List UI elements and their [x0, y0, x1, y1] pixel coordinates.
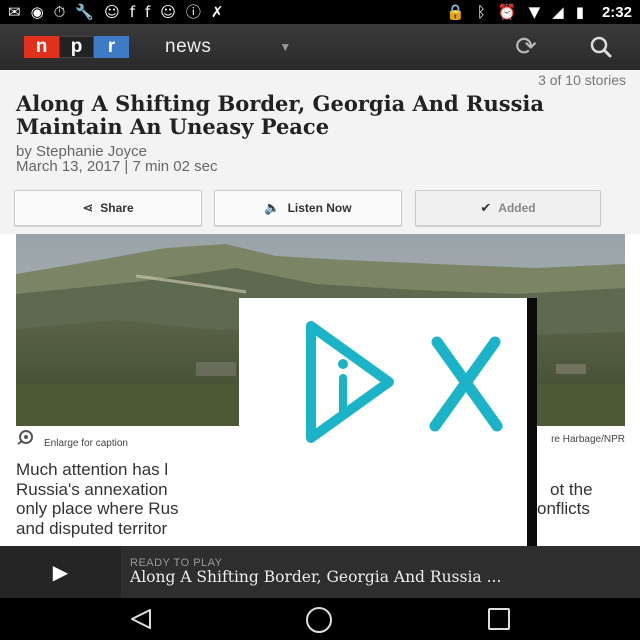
smiley-icon: ☺ [104, 2, 120, 21]
recent-apps-icon[interactable] [488, 608, 510, 630]
system-nav-bar [0, 598, 640, 640]
checkmark-icon: ✔ [480, 200, 492, 216]
section-selector[interactable]: news [165, 36, 211, 58]
share-button[interactable]: ⋖ Share [14, 190, 202, 226]
status-bar: ✉ ◉ ⏱ 🔧 ☺ f f ☺ ⓘ ✗ 🔒 ᛒ ⏰ ▼ ◢ ▮ 2:32 [0, 0, 640, 24]
npr-logo[interactable]: n p r [24, 36, 129, 58]
home-icon[interactable] [306, 607, 332, 633]
listen-label: Listen Now [287, 201, 352, 215]
wifi-icon: ▼ [528, 3, 541, 21]
share-label: Share [100, 201, 134, 215]
battery-charging-icon: ▮ [575, 3, 584, 21]
adchoices-icon[interactable] [306, 321, 394, 443]
wrench-icon: 🔧 [75, 2, 95, 21]
enlarge-icon[interactable] [16, 430, 38, 446]
logo-letter-n: n [24, 36, 59, 58]
app-bar: n p r news ▼ ⟳ [0, 24, 640, 70]
signal-icon: ◢ [552, 3, 564, 21]
system-icons: 🔒 ᛒ ⏰ ▼ ◢ ▮ 2:32 [446, 3, 632, 21]
player-title[interactable]: Along A Shifting Border, Georgia And Rus… [130, 568, 630, 586]
mail-icon: ✉ [8, 2, 21, 21]
clock: 2:32 [601, 3, 632, 21]
lock-icon: 🔒 [446, 3, 465, 21]
enlarge-caption-link[interactable]: Enlarge for caption [44, 438, 128, 449]
record-icon: ◉ [30, 2, 44, 21]
search-icon[interactable] [586, 33, 616, 61]
bluetooth-icon: ᛒ [476, 3, 486, 21]
article-headline: Along A Shifting Border, Georgia And Rus… [16, 91, 545, 139]
logo-letter-p: p [59, 36, 94, 58]
refresh-icon[interactable]: ⟳ [510, 33, 542, 61]
logo-letter-r: r [94, 36, 129, 58]
article-dateline: March 13, 2017 | 7 min 02 sec [16, 158, 218, 175]
article-header: 3 of 10 stories Along A Shifting Border,… [0, 70, 640, 182]
story-count: 3 of 10 stories [538, 72, 626, 88]
audio-player-bar[interactable]: ▶ READY TO PLAY Along A Shifting Border,… [0, 546, 640, 598]
action-row: ⋖ Share 🔈 Listen Now ✔ Added [0, 182, 640, 234]
listen-now-button[interactable]: 🔈 Listen Now [214, 190, 402, 226]
added-button[interactable]: ✔ Added [415, 190, 601, 226]
facebook-icon: f [144, 2, 151, 21]
added-label: Added [498, 201, 536, 215]
photo-credit: re Harbage/NPR [551, 434, 625, 445]
notification-icons: ✉ ◉ ⏱ 🔧 ☺ f f ☺ ⓘ ✗ [8, 2, 446, 21]
play-icon: ▶ [52, 560, 69, 584]
ad-overlay[interactable] [239, 298, 537, 548]
speaker-icon: 🔈 [264, 200, 281, 216]
share-icon: ⋖ [82, 200, 94, 216]
close-icon[interactable] [429, 336, 503, 432]
facebook-icon: f [129, 2, 135, 21]
no-signal-icon: ✗ [210, 2, 224, 21]
alarm-icon: ⏰ [497, 3, 517, 21]
play-button[interactable]: ▶ [0, 546, 121, 598]
alarm-icon: ⏱ [53, 2, 66, 21]
info-icon: ⓘ [185, 2, 201, 21]
smiley-icon: ☺ [160, 2, 176, 21]
back-icon[interactable] [128, 608, 154, 635]
dropdown-arrow-icon[interactable]: ▼ [279, 40, 291, 54]
